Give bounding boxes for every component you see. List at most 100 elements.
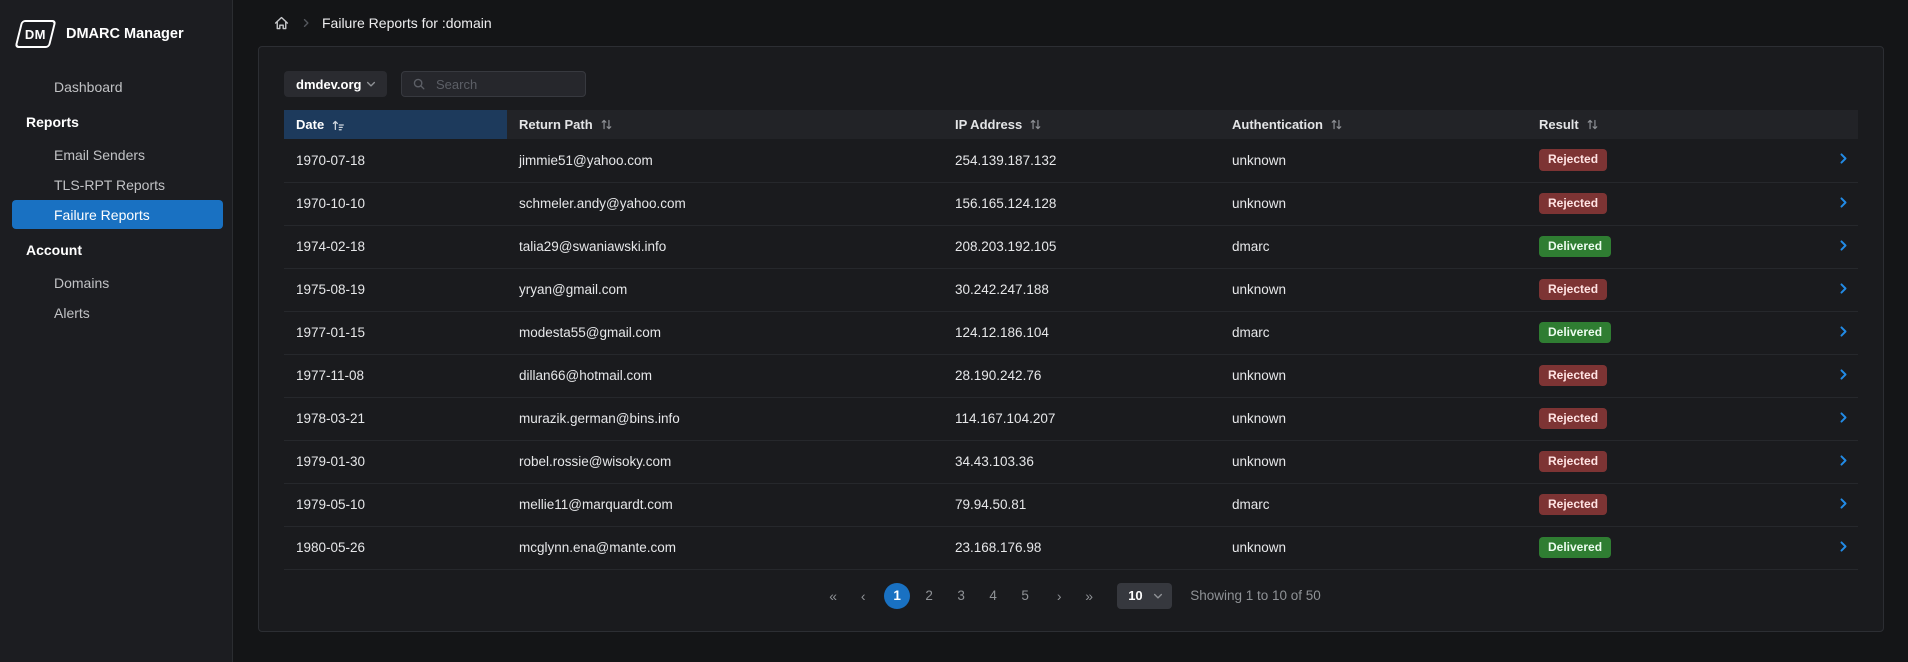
dmarc-logo: DM: [15, 20, 57, 48]
pagination-next-button[interactable]: ›: [1047, 583, 1071, 609]
table-row[interactable]: 1970-07-18 jimmie51@yahoo.com 254.139.18…: [284, 139, 1858, 182]
search-box: [401, 71, 586, 97]
row-detail-chevron-icon[interactable]: [1837, 196, 1850, 209]
cell-result: Delivered: [1527, 311, 1825, 354]
cell-ip-address: 156.165.124.128: [943, 182, 1220, 225]
search-icon: [412, 77, 426, 91]
table-row[interactable]: 1979-05-10 mellie11@marquardt.com 79.94.…: [284, 483, 1858, 526]
app-shell: DM DMARC Manager Dashboard Reports: [0, 0, 1908, 662]
pagination-page-1[interactable]: 1: [884, 583, 910, 609]
sidebar-item-domains[interactable]: Domains: [12, 268, 223, 297]
pagination-page-5[interactable]: 5: [1012, 583, 1038, 609]
cell-ip-address: 124.12.186.104: [943, 311, 1220, 354]
status-badge: Rejected: [1539, 149, 1607, 171]
table-row[interactable]: 1978-03-21 murazik.german@bins.info 114.…: [284, 397, 1858, 440]
search-input[interactable]: [434, 76, 575, 93]
pagination-page-2[interactable]: 2: [916, 583, 942, 609]
status-badge: Delivered: [1539, 537, 1611, 559]
cell-ip-address: 30.242.247.188: [943, 268, 1220, 311]
cell-authentication: unknown: [1220, 526, 1527, 569]
row-detail-chevron-icon[interactable]: [1837, 282, 1850, 295]
app-title: DMARC Manager: [66, 26, 184, 42]
table-row[interactable]: 1974-02-18 talia29@swaniawski.info 208.2…: [284, 225, 1858, 268]
sidebar: DM DMARC Manager Dashboard Reports: [0, 0, 233, 662]
column-header-authentication[interactable]: Authentication: [1220, 110, 1527, 139]
cell-actions: [1825, 225, 1858, 268]
cell-result: Delivered: [1527, 225, 1825, 268]
status-badge: Rejected: [1539, 451, 1607, 473]
cell-actions: [1825, 526, 1858, 569]
chevron-right-icon: [300, 17, 312, 29]
logo-text: DM: [25, 27, 46, 42]
cell-authentication: unknown: [1220, 139, 1527, 182]
sidebar-item-failure-reports[interactable]: Failure Reports: [12, 200, 223, 229]
sidebar-item-alerts[interactable]: Alerts: [12, 298, 223, 327]
pagination-page-3[interactable]: 3: [948, 583, 974, 609]
row-detail-chevron-icon[interactable]: [1837, 368, 1850, 381]
column-label: IP Address: [955, 117, 1022, 132]
status-badge: Rejected: [1539, 408, 1607, 430]
column-header-result[interactable]: Result: [1527, 110, 1825, 139]
pagination-page-4[interactable]: 4: [980, 583, 1006, 609]
table-row[interactable]: 1979-01-30 robel.rossie@wisoky.com 34.43…: [284, 440, 1858, 483]
pagination-last-button[interactable]: »: [1077, 583, 1101, 609]
row-detail-chevron-icon[interactable]: [1837, 325, 1850, 338]
main-content: Failure Reports for :domain dmdev.org: [233, 0, 1908, 662]
table-row[interactable]: 1980-05-26 mcglynn.ena@mante.com 23.168.…: [284, 526, 1858, 569]
cell-authentication: dmarc: [1220, 225, 1527, 268]
table-row[interactable]: 1977-11-08 dillan66@hotmail.com 28.190.2…: [284, 354, 1858, 397]
column-header-date[interactable]: Date: [284, 110, 507, 139]
cell-date: 1974-02-18: [284, 225, 507, 268]
row-detail-chevron-icon[interactable]: [1837, 411, 1850, 424]
cell-return-path: modesta55@gmail.com: [507, 311, 943, 354]
cell-result: Rejected: [1527, 182, 1825, 225]
row-detail-chevron-icon[interactable]: [1837, 540, 1850, 553]
domain-select[interactable]: dmdev.org: [284, 71, 387, 97]
sidebar-item-email-senders[interactable]: Email Senders: [12, 140, 223, 169]
cell-ip-address: 254.139.187.132: [943, 139, 1220, 182]
cell-return-path: yryan@gmail.com: [507, 268, 943, 311]
brand: DM DMARC Manager: [0, 18, 232, 48]
cell-actions: [1825, 182, 1858, 225]
pagination-first-button[interactable]: «: [821, 583, 845, 609]
page-size-select[interactable]: 10: [1117, 583, 1172, 609]
sidebar-item-dashboard[interactable]: Dashboard: [12, 72, 223, 101]
row-detail-chevron-icon[interactable]: [1837, 152, 1850, 165]
sidebar-item-tls-rpt-reports[interactable]: TLS-RPT Reports: [12, 170, 223, 199]
column-label: Authentication: [1232, 117, 1323, 132]
column-label: Return Path: [519, 117, 593, 132]
status-badge: Rejected: [1539, 193, 1607, 215]
sort-both-icon: [1586, 118, 1599, 131]
cell-ip-address: 114.167.104.207: [943, 397, 1220, 440]
cell-result: Rejected: [1527, 397, 1825, 440]
column-header-ip-address[interactable]: IP Address: [943, 110, 1220, 139]
row-detail-chevron-icon[interactable]: [1837, 497, 1850, 510]
cell-date: 1980-05-26: [284, 526, 507, 569]
cell-date: 1970-07-18: [284, 139, 507, 182]
table-row[interactable]: 1970-10-10 schmeler.andy@yahoo.com 156.1…: [284, 182, 1858, 225]
row-detail-chevron-icon[interactable]: [1837, 454, 1850, 467]
column-label: Date: [296, 117, 324, 132]
cell-date: 1977-01-15: [284, 311, 507, 354]
table-row[interactable]: 1975-08-19 yryan@gmail.com 30.242.247.18…: [284, 268, 1858, 311]
bell-icon: [25, 304, 43, 322]
cell-result: Delivered: [1527, 526, 1825, 569]
status-badge: Delivered: [1539, 322, 1611, 344]
cell-date: 1975-08-19: [284, 268, 507, 311]
pagination-prev-button[interactable]: ‹: [851, 583, 875, 609]
cell-date: 1978-03-21: [284, 397, 507, 440]
cell-ip-address: 28.190.242.76: [943, 354, 1220, 397]
home-breadcrumb-icon[interactable]: [273, 15, 290, 32]
sidebar-item-label: Email Senders: [54, 147, 145, 163]
pagination-pages: 12345: [881, 583, 1041, 609]
sort-both-icon: [1029, 118, 1042, 131]
row-detail-chevron-icon[interactable]: [1837, 239, 1850, 252]
sort-both-icon: [1330, 118, 1343, 131]
column-header-return-path[interactable]: Return Path: [507, 110, 943, 139]
chart-dots-icon: [25, 206, 43, 224]
status-badge: Rejected: [1539, 494, 1607, 516]
table-row[interactable]: 1977-01-15 modesta55@gmail.com 124.12.18…: [284, 311, 1858, 354]
table-header-row: Date Return Pa: [284, 110, 1858, 139]
cell-return-path: talia29@swaniawski.info: [507, 225, 943, 268]
sidebar-section-account: Account: [0, 230, 232, 267]
